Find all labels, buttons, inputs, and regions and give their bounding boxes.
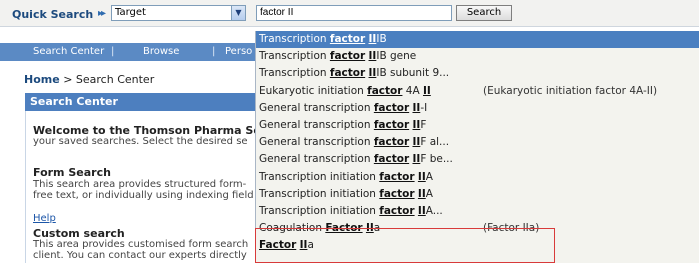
suggestion-item[interactable]: Transcription initiation factor IIA [256, 186, 699, 203]
suggestion-match: factor [379, 205, 415, 217]
suggestion-item[interactable]: Transcription factor IIIB subunit 9... [256, 65, 699, 82]
suggestion-match: factor [329, 33, 366, 45]
suggestion-match: factor [329, 50, 366, 63]
suggestion-item[interactable]: Transcription factor IIIB gene [256, 48, 699, 65]
nav-item-personal[interactable]: Perso [225, 46, 252, 57]
suggestion-item[interactable]: Eukaryotic initiation factor 4A II (Eukar… [256, 83, 699, 100]
help-link[interactable]: Help [33, 213, 56, 224]
quick-search-bar: Quick Search ▸▸ Target ▼ factor II Searc… [0, 0, 699, 27]
breadcrumb-current: Search Center [75, 73, 155, 86]
suggestion-text: IB [376, 33, 387, 45]
suggestion-match: factor [373, 153, 410, 166]
suggestion-synonym: (Eukaryotic initiation factor 4A-II) [483, 84, 658, 97]
suggestion-item[interactable]: Transcription initiation factor IIA... [256, 203, 699, 220]
form-search-text: This search area provides structured for… [33, 179, 247, 190]
suggestion-text: Transcription initiation [259, 187, 380, 200]
suggestion-item[interactable]: General transcription factor II-I [256, 100, 699, 117]
suggestion-text: A [425, 170, 433, 183]
suggestion-text: F al... [420, 136, 450, 149]
suggestion-text: General transcription [259, 136, 374, 149]
custom-search-text: client. You can contact our experts dire… [33, 250, 247, 261]
quick-search-label: Quick Search [12, 8, 94, 21]
suggestion-text: 4A [402, 84, 423, 97]
search-scope-select[interactable]: Target ▼ [111, 5, 246, 21]
suggestion-text: General transcription [259, 119, 374, 131]
breadcrumb-separator: > [63, 73, 73, 86]
chevron-down-icon[interactable]: ▼ [231, 6, 245, 20]
form-search-title[interactable]: Form Search [33, 166, 111, 179]
suggestion-item[interactable]: Transcription factor IIIB [256, 31, 699, 48]
suggestion-match: factor [373, 136, 410, 149]
nav-item-search-center[interactable]: Search Center [33, 46, 104, 57]
suggestion-text: General transcription [259, 101, 374, 114]
nav-separator: | [212, 46, 216, 57]
suggestion-text: A [425, 187, 433, 200]
breadcrumb-home[interactable]: Home [24, 73, 60, 86]
suggestion-text: F [420, 119, 427, 131]
suggestion-item[interactable]: Transcription initiation factor IIA [256, 169, 699, 186]
suggestion-text: Transcription [259, 33, 330, 45]
search-scope-value: Target [115, 7, 146, 18]
suggestion-match: factor [379, 170, 415, 183]
double-arrow-icon: ▸▸ [98, 8, 106, 19]
suggestion-text: -I [420, 101, 428, 114]
suggestion-text: General transcription [259, 153, 374, 166]
search-button[interactable]: Search [456, 5, 512, 21]
suggestion-match: II [417, 205, 426, 217]
suggestion-text: Transcription initiation [259, 170, 380, 183]
welcome-text: your saved searches. Select the desired … [33, 136, 248, 147]
suggestion-match: factor [373, 101, 410, 114]
suggestion-text: F be... [420, 153, 453, 166]
suggestion-item[interactable]: General transcription factor IIF [256, 117, 699, 134]
nav-item-browse[interactable]: Browse [143, 46, 179, 57]
suggestion-text: A... [425, 205, 443, 217]
suggestion-text: IB gene [376, 50, 417, 63]
suggestion-match: factor [367, 84, 403, 97]
suggestion-match: II [417, 187, 426, 200]
highlight-box [255, 228, 555, 263]
suggestion-item[interactable]: General transcription factor IIF al... [256, 134, 699, 151]
breadcrumb: Home > Search Center [24, 73, 154, 86]
suggestion-text: Transcription [259, 67, 330, 80]
suggestion-text: IB subunit 9... [376, 67, 450, 80]
suggestion-match: factor [373, 119, 410, 131]
suggestion-match: II [422, 84, 431, 97]
suggestion-text: Transcription [259, 50, 330, 63]
search-center-header: Search Center [25, 93, 265, 111]
suggestion-match: II [417, 170, 426, 183]
suggestion-item[interactable]: General transcription factor IIF be... [256, 151, 699, 168]
form-search-text: free text, or individually using indexin… [33, 190, 254, 201]
suggestion-match: factor [379, 187, 415, 200]
nav-separator: | [111, 46, 115, 57]
suggestion-text: Eukaryotic initiation [259, 84, 368, 97]
custom-search-text: This area provides customised form searc… [33, 239, 249, 250]
suggestion-match: factor [329, 67, 366, 80]
suggestion-text: Transcription initiation [259, 205, 380, 217]
search-input[interactable]: factor II [256, 5, 452, 21]
